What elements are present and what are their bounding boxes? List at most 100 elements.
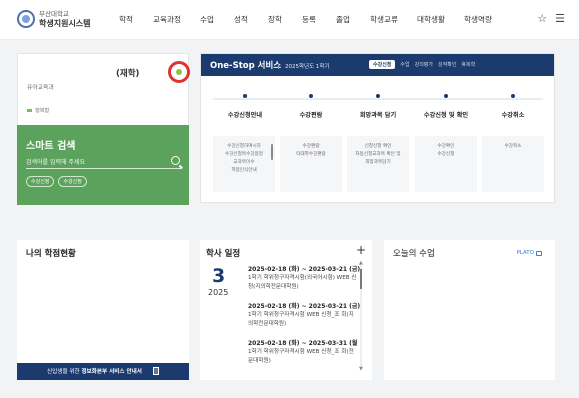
step-dot: [511, 94, 515, 98]
search-chip[interactable]: 수강신청: [58, 176, 87, 187]
schedule-event[interactable]: 2025-02-18 (화) ~ 2025-03-21 (금) 1학기 학위청구…: [248, 302, 361, 329]
step-dot: [444, 94, 448, 98]
onestop-tabs: 수강신청 수업 강의평가 성적확인 휴복학: [369, 60, 475, 69]
step-link[interactable]: 수강편람: [280, 143, 342, 151]
mini-status-icon: [27, 109, 32, 112]
smart-search-title: 스마트 검색: [26, 141, 76, 152]
profile-mini-status: 행복함: [27, 107, 49, 114]
nav-item-scholarship[interactable]: 장학: [268, 14, 302, 25]
document-icon: [153, 367, 159, 375]
search-icon[interactable]: [171, 156, 180, 165]
step-link[interactable]: 신청신청 확인: [347, 143, 409, 151]
step-link[interactable]: 희망과목담기: [347, 159, 409, 167]
tab-grade-check[interactable]: 성적확인: [438, 61, 456, 68]
step-links-column: 수강확인 수강신청: [415, 136, 477, 192]
schedule-event[interactable]: 2025-02-18 (화) ~ 2025-03-21 (금) 1학기 학위청구…: [248, 265, 361, 292]
event-desc: 1학기 학위청구자격시험 WEB 신청_조 회(지의학전문대학원): [248, 312, 354, 327]
step-dot: [309, 94, 313, 98]
step-link[interactable]: 수강확인: [415, 143, 477, 151]
step-label[interactable]: 수강신청 및 확인: [411, 110, 481, 119]
scroll-down-icon[interactable]: ▼: [359, 366, 363, 372]
academic-schedule-title: 학사 일정: [206, 249, 241, 259]
event-date: 2025-02-18 (화) ~ 2025-03-31 (월): [248, 340, 358, 347]
search-chips: 수강신청 수강신청: [26, 176, 87, 187]
hamburger-menu-icon[interactable]: ☰: [555, 12, 565, 25]
enrollment-status: (재학): [116, 69, 140, 79]
nav-item-registration[interactable]: 등록: [302, 14, 336, 25]
site-title[interactable]: 부산대학교 학생지원시스템: [39, 9, 91, 29]
external-link-icon: [536, 250, 542, 256]
nav-item-graduation[interactable]: 졸업: [336, 14, 370, 25]
profile-card: (재학) 유아교육과 행복함: [17, 53, 190, 125]
step-link[interactable]: 교과목이수: [213, 159, 275, 167]
event-desc: 1학기 학위청구자격시험(외국어시험) WEB 신청(지의학전문대학원): [248, 275, 357, 290]
step-label[interactable]: 수강신청안내: [210, 110, 280, 119]
top-header: 부산대학교 학생지원시스템 학적 교육과정 수업 성적 장학 등록 졸업 학생교…: [0, 0, 579, 40]
guide-bold: 정보화본부 서비스 안내서: [81, 369, 142, 375]
header-icons: ☆ ☰: [537, 12, 565, 25]
nav-item-academic-record[interactable]: 학적: [119, 14, 153, 25]
academic-schedule-panel: 학사 일정 + 3 2025 2025-02-18 (화) ~ 2025-03-…: [200, 240, 372, 380]
university-logo-icon[interactable]: [17, 10, 35, 28]
nav-item-curriculum[interactable]: 교육과정: [153, 14, 200, 25]
step-dot: [376, 94, 380, 98]
step-links-column: 신청신청 확인 자동신청교과목 확인 및 희망과목담기: [347, 136, 409, 192]
step-links-column: 수강편람 타대학수강편람: [280, 136, 342, 192]
site-title-line1: 부산대학교: [39, 10, 69, 18]
schedule-scrollbar[interactable]: [360, 265, 362, 367]
step-link[interactable]: 수강취소: [482, 143, 544, 151]
freshman-guide-text: 신입생을 위한 정보화본부 서비스 안내서: [47, 367, 142, 375]
step-links-column: 수강취소: [482, 136, 544, 192]
step-link[interactable]: 수강신청: [415, 151, 477, 159]
smart-search-input[interactable]: 검색어를 입력해 주세요: [26, 155, 182, 169]
step-link[interactable]: 학점인식안내: [213, 167, 275, 175]
event-date: 2025-02-18 (화) ~ 2025-03-21 (금): [248, 266, 361, 273]
plato-link[interactable]: PLATO: [516, 250, 542, 256]
event-date: 2025-02-18 (화) ~ 2025-03-21 (금): [248, 303, 361, 310]
site-title-line2: 학생지원시스템: [39, 19, 91, 28]
guide-prefix: 신입생을 위한: [47, 369, 82, 375]
credits-title: 나의 학점현황: [26, 249, 76, 259]
nav-item-competency[interactable]: 학생역량: [464, 14, 511, 25]
step-links-column: 수강신청하여시하 수강신청목수강점정 교과목이수 학점인식안내: [213, 136, 275, 192]
profile-avatar-icon[interactable]: [168, 61, 190, 83]
step-link[interactable]: 타대학수강편람: [280, 151, 342, 159]
nav-item-grades[interactable]: 성적: [234, 14, 268, 25]
department-name: 유아교육과: [27, 85, 54, 91]
onestop-term: 2025학년도 1학기: [285, 64, 330, 70]
main-nav: 학적 교육과정 수업 성적 장학 등록 졸업 학생교류 대학생활 학생역량: [119, 14, 511, 25]
smart-search-panel: 스마트 검색 검색어를 입력해 주세요 수강신청 수강신청: [17, 125, 189, 205]
schedule-event[interactable]: 2025-02-18 (화) ~ 2025-03-31 (월) 1학기 학위청구…: [248, 339, 358, 367]
tab-course-evaluation[interactable]: 강의평가: [415, 61, 433, 68]
plato-label: PLATO: [516, 250, 534, 256]
add-plus-icon[interactable]: +: [356, 243, 366, 257]
onestop-service-panel: One-Stop 서비스 2025학년도 1학기 수강신청 수업 강의평가 성적…: [200, 53, 555, 203]
freshman-guide-banner[interactable]: 신입생을 위한 정보화본부 서비스 안내서: [17, 363, 189, 380]
today-classes-title: 오늘의 수업: [393, 249, 435, 259]
onestop-header-bar: One-Stop 서비스 2025학년도 1학기 수강신청 수업 강의평가 성적…: [201, 54, 554, 76]
nav-item-classes[interactable]: 수업: [200, 14, 234, 25]
calendar-day: 3: [212, 265, 226, 287]
step-dot: [243, 94, 247, 98]
column-scrollbar[interactable]: [271, 144, 273, 160]
search-chip[interactable]: 수강신청: [26, 176, 55, 187]
step-label[interactable]: 희망과목 담기: [343, 110, 413, 119]
nav-item-exchange[interactable]: 학생교류: [370, 14, 417, 25]
tab-classes[interactable]: 수업: [400, 61, 409, 68]
nav-item-campus-life[interactable]: 대학생활: [417, 14, 464, 25]
step-link[interactable]: 수강신청목수강점정: [213, 151, 275, 159]
step-link[interactable]: 수강신청하여시하: [213, 143, 275, 151]
divider: [278, 63, 279, 69]
step-link[interactable]: 자동신청교과목 확인 및: [347, 151, 409, 159]
step-label[interactable]: 수강취소: [478, 110, 548, 119]
favorite-star-icon[interactable]: ☆: [537, 12, 547, 25]
today-classes-panel: 오늘의 수업 PLATO: [384, 240, 555, 380]
event-desc: 1학기 학위청구자격시험 WEB 신청_조 회(전문대학원): [248, 349, 354, 364]
tab-leave-return[interactable]: 휴복학: [461, 61, 475, 68]
tab-course-registration[interactable]: 수강신청: [369, 60, 396, 69]
smart-search-placeholder: 검색어를 입력해 주세요: [26, 159, 86, 166]
scrollbar-thumb[interactable]: [360, 269, 362, 289]
calendar-year: 2025: [208, 288, 229, 297]
step-timeline: [213, 98, 543, 100]
step-label[interactable]: 수강편람: [276, 110, 346, 119]
